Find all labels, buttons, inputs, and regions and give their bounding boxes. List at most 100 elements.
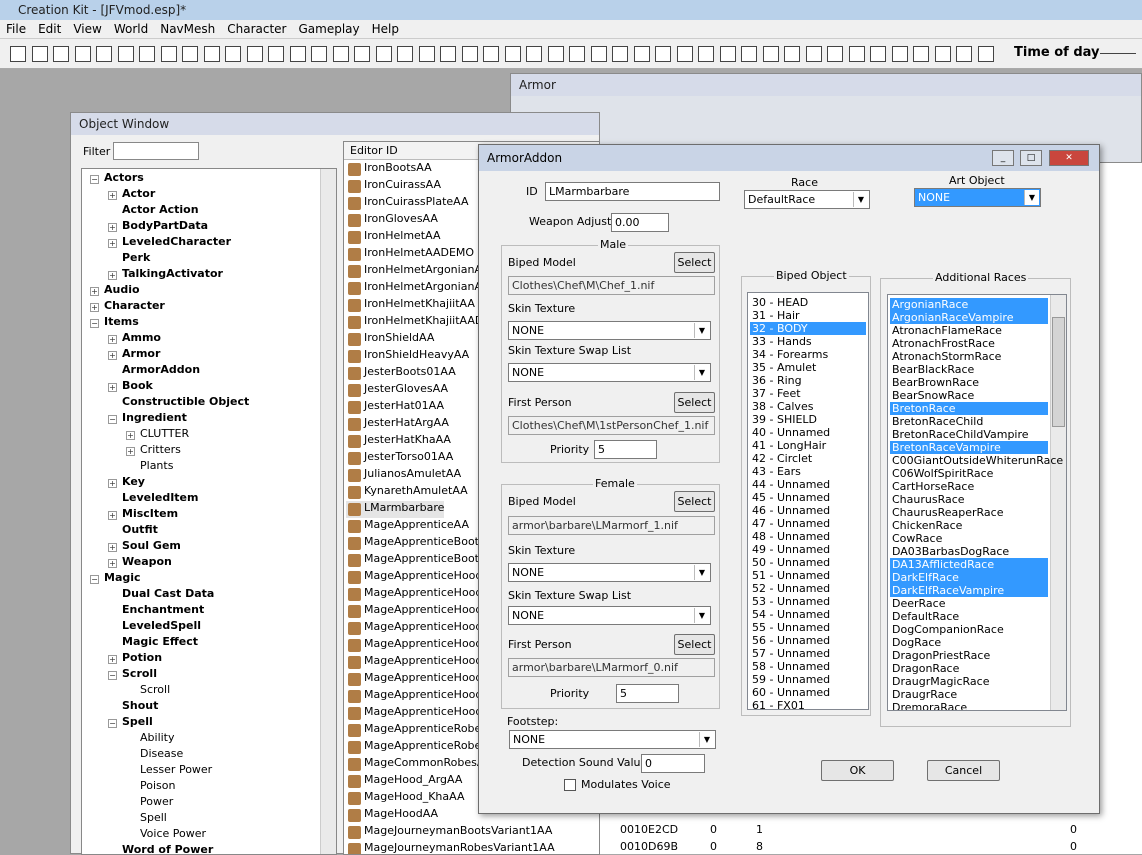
list-option[interactable]: BretonRace — [890, 402, 1048, 415]
list-option[interactable]: 44 - Unnamed — [750, 478, 866, 491]
tree-node[interactable]: Plants — [140, 459, 173, 475]
toolbar-button-icon[interactable] — [633, 46, 650, 62]
tree-node[interactable]: TalkingActivator — [122, 267, 223, 283]
list-option[interactable]: 37 - Feet — [750, 387, 866, 400]
toolbar-button-icon[interactable] — [827, 46, 843, 62]
list-option[interactable]: 53 - Unnamed — [750, 595, 866, 608]
list-item[interactable]: IronBootsAA — [346, 161, 432, 178]
list-option[interactable]: 47 - Unnamed — [750, 517, 866, 530]
toolbar-button-icon[interactable] — [139, 46, 155, 62]
tree-node[interactable]: Actor Action — [122, 203, 199, 219]
list-option[interactable]: 48 - Unnamed — [750, 530, 866, 543]
tree-node[interactable]: Actor — [122, 187, 155, 203]
tree-expander-icon[interactable]: − — [90, 175, 99, 184]
list-option[interactable]: BearBlackRace — [890, 363, 1048, 376]
toolbar-button-icon[interactable] — [268, 46, 284, 62]
list-option[interactable]: BretonRaceChildVampire — [890, 428, 1048, 441]
toolbar-button-icon[interactable] — [848, 46, 865, 62]
tree-node[interactable]: MiscItem — [122, 507, 178, 523]
tree-node[interactable]: Magic Effect — [122, 635, 198, 651]
list-option[interactable]: CowRace — [890, 532, 1048, 545]
toolbar-button-icon[interactable] — [698, 46, 714, 62]
toolbar-button-icon[interactable] — [74, 46, 91, 62]
menu-item-help[interactable]: Help — [366, 20, 405, 38]
toolbar-button-icon[interactable] — [569, 46, 585, 62]
list-option[interactable]: 58 - Unnamed — [750, 660, 866, 673]
list-item[interactable]: LMarmbarbare — [346, 501, 445, 518]
filter-input[interactable] — [113, 142, 199, 160]
races-scrollbar[interactable] — [1050, 295, 1066, 710]
time-of-day-slider[interactable] — [1100, 53, 1136, 54]
toolbar-button-icon[interactable] — [246, 46, 263, 62]
toolbar-button-icon[interactable] — [332, 46, 349, 62]
cancel-button[interactable]: Cancel — [927, 760, 1000, 781]
list-option[interactable]: DraugrRace — [890, 688, 1048, 701]
list-option[interactable]: 33 - Hands — [750, 335, 866, 348]
detection-sound-field[interactable]: 0 — [641, 754, 705, 773]
list-item[interactable]: MageHoodAA — [346, 807, 438, 824]
list-option[interactable]: 30 - HEAD — [750, 296, 866, 309]
list-option[interactable]: DarkElfRace — [890, 571, 1048, 584]
list-option[interactable]: ArgonianRaceVampire — [890, 311, 1048, 324]
toolbar-button-icon[interactable] — [31, 46, 48, 62]
tree-node[interactable]: Constructible Object — [122, 395, 249, 411]
female-skin-texture-dropdown[interactable]: NONE ▼ — [508, 563, 711, 582]
tree-expander-icon[interactable]: + — [108, 511, 117, 520]
toolbar-button-icon[interactable] — [676, 46, 693, 62]
list-item[interactable]: MageApprenticeHood_A — [346, 603, 495, 620]
tree-node[interactable]: Disease — [140, 747, 183, 763]
list-option[interactable]: 36 - Ring — [750, 374, 866, 387]
list-option[interactable]: AtronachFlameRace — [890, 324, 1048, 337]
toolbar-button-icon[interactable] — [504, 46, 521, 62]
female-biped-model-field[interactable]: armor\barbare\LMarmorf_1.nif — [508, 516, 715, 535]
female-biped-select-button[interactable]: Select — [674, 491, 715, 512]
list-item[interactable]: MageApprenticeHood_0 — [346, 654, 495, 671]
modulates-voice-checkbox[interactable] — [564, 779, 576, 791]
toolbar-button-icon[interactable] — [354, 46, 370, 62]
list-option[interactable]: 38 - Calves — [750, 400, 866, 413]
tree-node[interactable]: LeveledCharacter — [122, 235, 231, 251]
list-item[interactable]: IronShieldHeavyAA — [346, 348, 469, 365]
list-option[interactable]: 46 - Unnamed — [750, 504, 866, 517]
menu-item-navmesh[interactable]: NavMesh — [154, 20, 221, 38]
tree-node[interactable]: Spell — [140, 811, 167, 827]
toolbar-button-icon[interactable] — [934, 46, 951, 62]
list-option[interactable]: 61 - FX01 — [750, 699, 866, 709]
female-first-person-select-button[interactable]: Select — [674, 634, 715, 655]
toolbar-button-icon[interactable] — [375, 46, 392, 62]
list-item[interactable]: JesterGlovesAA — [346, 382, 448, 399]
tree-expander-icon[interactable]: + — [108, 191, 117, 200]
list-item[interactable]: MageApprenticeBootsAA — [346, 535, 500, 552]
tree-node[interactable]: Soul Gem — [122, 539, 181, 555]
tree-node[interactable]: Spell — [122, 715, 153, 731]
list-item[interactable]: IronHelmetAADEMO — [346, 246, 474, 263]
toolbar-button-icon[interactable] — [53, 46, 69, 62]
list-option[interactable]: DragonPriestRace — [890, 649, 1048, 662]
male-swap-dropdown[interactable]: NONE ▼ — [508, 363, 711, 382]
tree-node[interactable]: Enchantment — [122, 603, 204, 619]
list-option[interactable]: 60 - Unnamed — [750, 686, 866, 699]
id-field[interactable]: LMarmbarbare — [545, 182, 720, 201]
tree-node[interactable]: Critters — [140, 443, 181, 459]
male-first-person-select-button[interactable]: Select — [674, 392, 715, 413]
tree-expander-icon[interactable]: + — [108, 271, 117, 280]
toolbar-button-icon[interactable] — [977, 46, 994, 62]
toolbar-button-icon[interactable] — [547, 46, 564, 62]
list-item[interactable]: JesterBoots01AA — [346, 365, 456, 382]
list-item[interactable]: IronShieldAA — [346, 331, 434, 348]
male-skin-texture-dropdown[interactable]: NONE ▼ — [508, 321, 711, 340]
list-option[interactable]: 40 - Unnamed — [750, 426, 866, 439]
tree-node[interactable]: ArmorAddon — [122, 363, 200, 379]
toolbar-button-icon[interactable] — [956, 46, 972, 62]
tree-node[interactable]: Word of Power — [122, 843, 213, 854]
list-option[interactable]: DogRace — [890, 636, 1048, 649]
list-option[interactable]: 32 - BODY — [750, 322, 866, 335]
female-priority-field[interactable]: 5 — [616, 684, 679, 703]
tree-node[interactable]: Shout — [122, 699, 158, 715]
tree-expander-icon[interactable]: + — [126, 431, 135, 440]
menu-item-edit[interactable]: Edit — [32, 20, 67, 38]
list-option[interactable]: ArgonianRace — [890, 298, 1048, 311]
list-option[interactable]: DraugrMagicRace — [890, 675, 1048, 688]
list-option[interactable]: BretonRaceVampire — [890, 441, 1048, 454]
menu-item-gameplay[interactable]: Gameplay — [293, 20, 366, 38]
